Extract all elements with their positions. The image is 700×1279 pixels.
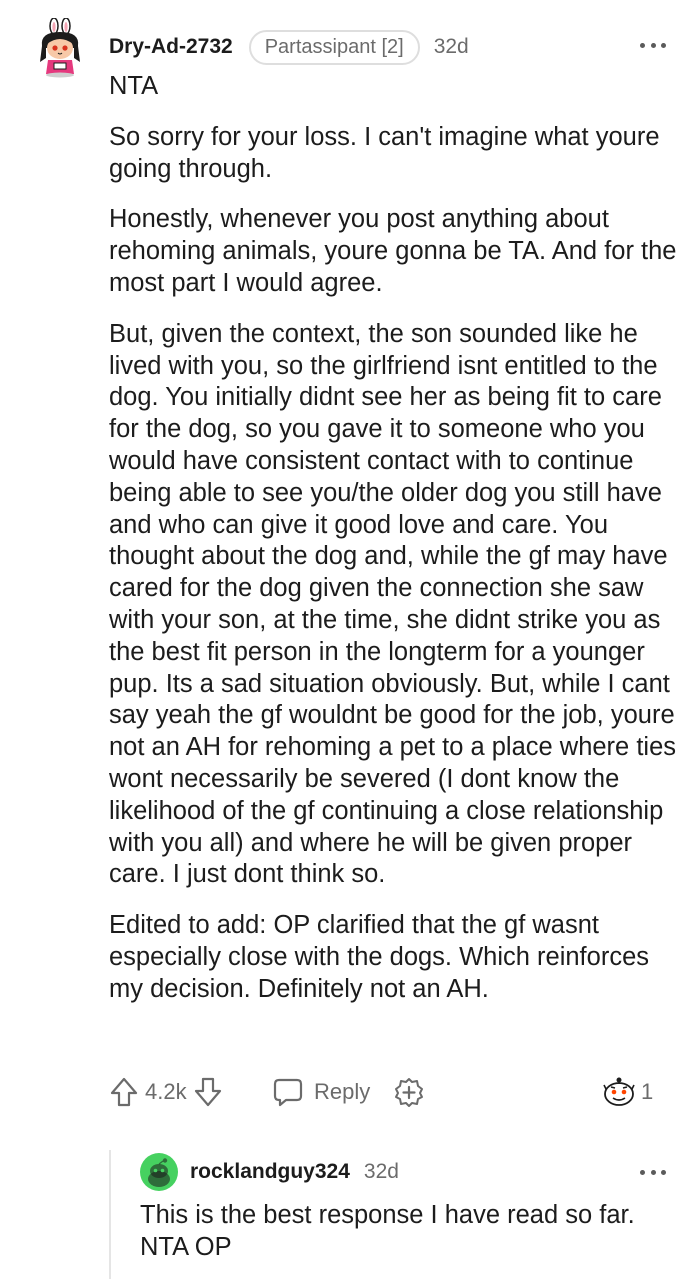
comment-paragraph: Honestly, whenever you post anything abo…: [109, 205, 677, 297]
downvote-arrow-icon[interactable]: [193, 1076, 223, 1108]
reply-label: Reply: [314, 1079, 371, 1104]
ellipsis-dot: [650, 42, 656, 48]
user-avatar[interactable]: [34, 18, 86, 78]
ellipsis-dot: [661, 1169, 666, 1175]
comment-paragraph: But, given the context, the son sounded …: [109, 319, 677, 889]
comment-paragraph: Edited to add: OP clarified that the gf …: [109, 911, 649, 1003]
ellipsis-dot: [640, 42, 645, 48]
speech-bubble-icon: [273, 1078, 303, 1107]
reply-button[interactable]: Reply: [272, 1072, 370, 1112]
user-flair: Partassipant [2]: [248, 29, 420, 65]
ellipsis-dot: [640, 1169, 645, 1175]
thread-line[interactable]: [109, 1150, 111, 1279]
ellipsis-dot: [650, 1169, 656, 1175]
comment-body: NTA So sorry for your loss. I can't imag…: [109, 71, 681, 1025]
reply-username[interactable]: rocklandguy324: [190, 1160, 350, 1184]
reply-body: This is the best response I have read so…: [140, 1201, 635, 1261]
awards-display[interactable]: 1: [601, 1072, 653, 1112]
plus-circle-icon: [395, 1078, 423, 1107]
reply-header: rocklandguy324 32d: [190, 1157, 399, 1187]
award-face-icon: [603, 1077, 635, 1106]
reply-more-options-button[interactable]: [640, 1162, 666, 1182]
reply-user-avatar[interactable]: [140, 1153, 178, 1191]
vote-group: 4.2k: [109, 1072, 223, 1112]
comment-age: 32d: [433, 35, 469, 58]
award-count: 1: [641, 1079, 654, 1104]
comment-paragraph: NTA: [109, 72, 159, 100]
comment-paragraph: So sorry for your loss. I can't imagine …: [109, 122, 660, 183]
more-options-button[interactable]: [640, 34, 666, 56]
vote-score: 4.2k: [145, 1079, 187, 1104]
reply-age: 32d: [363, 1160, 399, 1183]
upvote-arrow-icon[interactable]: [109, 1076, 139, 1108]
username[interactable]: Dry-Ad-2732: [109, 35, 233, 59]
comment-actions: 4.2k Reply 1: [109, 1072, 669, 1112]
award-button[interactable]: [393, 1072, 425, 1112]
comment-header: Dry-Ad-2732 Partassipant [2] 32d: [109, 28, 469, 66]
ellipsis-dot: [661, 42, 666, 48]
